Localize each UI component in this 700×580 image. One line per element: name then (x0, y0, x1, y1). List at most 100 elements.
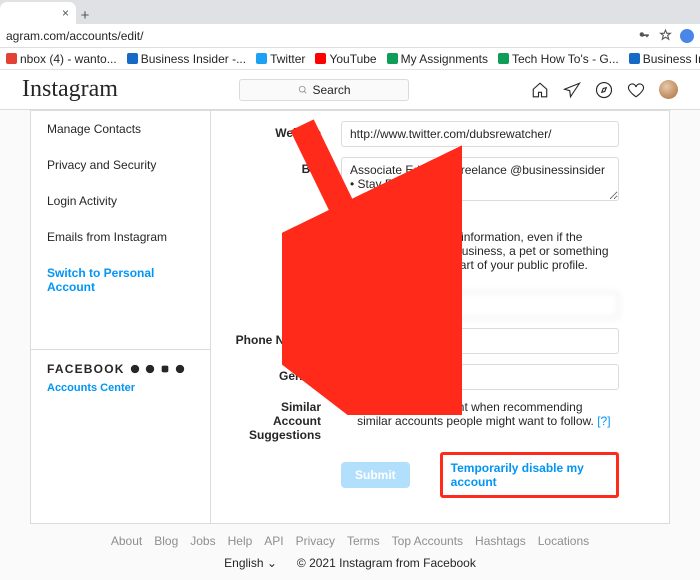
header-icons (531, 80, 678, 99)
footer-link[interactable]: Help (228, 534, 253, 548)
accounts-center-link[interactable]: Accounts Center (47, 382, 194, 394)
messages-icon[interactable] (563, 81, 581, 99)
personal-heading: Personal Information (341, 218, 451, 230)
search-icon (298, 85, 308, 95)
row-phone: Phone Number (231, 328, 619, 354)
website-input[interactable] (341, 121, 619, 147)
new-tab-button[interactable]: + (76, 7, 94, 24)
label-website: Website (231, 121, 341, 147)
email-input[interactable] (341, 292, 619, 318)
label-bio: Bio (231, 157, 341, 204)
row-email: Email (231, 292, 619, 318)
footer-link[interactable]: Hashtags (475, 534, 526, 548)
bookmark-label: My Assignments (401, 52, 488, 66)
sidebar-item[interactable]: Manage Contacts (31, 111, 210, 147)
sidebar-lower: FACEBOOK Accounts Center (31, 349, 210, 406)
footer-link[interactable]: Top Accounts (392, 534, 463, 548)
home-icon[interactable] (531, 81, 549, 99)
bookmark-item[interactable]: Tech How To's - G... (498, 52, 619, 66)
bookmarks-bar: nbox (4) - wanto... Business Insider -...… (0, 48, 700, 70)
key-icon (638, 29, 651, 42)
star-icon[interactable] (659, 29, 672, 42)
avatar[interactable] (659, 80, 678, 99)
footer-link[interactable]: Jobs (190, 534, 215, 548)
bookmark-favicon (498, 53, 509, 64)
facebook-text: FACEBOOK (47, 362, 125, 376)
similar-help-link[interactable]: [?] (597, 414, 610, 428)
footer-links: About Blog Jobs Help API Privacy Terms Top Acco… (0, 534, 700, 548)
label-email: Email (231, 292, 341, 318)
bio-input[interactable]: Associate Editor of Freelance @businessi… (341, 157, 619, 201)
bookmark-favicon (6, 53, 17, 64)
footer-copy: © 2021 Instagram from Facebook (297, 556, 476, 570)
chevron-down-icon: ⌄ (267, 556, 277, 570)
sidebar-item[interactable]: Privacy and Security (31, 147, 210, 183)
sidebar-item[interactable]: Switch to Personal Account (31, 255, 210, 305)
bookmark-label: Tech How To's - G... (512, 52, 619, 66)
bookmark-favicon (315, 53, 326, 64)
label-phone: Phone Number (231, 328, 341, 354)
settings-sidebar: Manage ContactsPrivacy and SecurityLogin… (31, 111, 211, 523)
bookmark-favicon (256, 53, 267, 64)
row-website: Website (231, 121, 619, 147)
footer-link[interactable]: Locations (538, 534, 589, 548)
label-similar: Similar Account Suggestions (231, 400, 341, 442)
instagram-logo[interactable]: Instagram (22, 76, 118, 103)
footer-link[interactable]: API (264, 534, 283, 548)
footer-link[interactable]: Privacy (296, 534, 335, 548)
search-input[interactable]: Search (239, 79, 409, 101)
bookmark-item[interactable]: YouTube (315, 52, 376, 66)
sidebar-item[interactable]: Emails from Instagram (31, 219, 210, 255)
facebook-label: FACEBOOK (47, 362, 194, 376)
footer-lang[interactable]: English ⌄ (224, 556, 277, 570)
search-placeholder: Search (312, 83, 350, 97)
row-personal-info: Personal Information Provide your person… (231, 214, 619, 282)
footer-lang-text: English (224, 556, 263, 570)
row-bio: Bio Associate Editor of Freelance @busin… (231, 157, 619, 204)
bookmark-label: Business Insider (643, 52, 700, 66)
form-actions: Submit Temporarily disable my account (341, 452, 619, 498)
footer-link[interactable]: Blog (154, 534, 178, 548)
page-body: Manage ContactsPrivacy and SecurityLogin… (0, 110, 700, 524)
close-tab-icon[interactable]: × (62, 6, 69, 20)
whatsapp-icon (175, 364, 185, 374)
bookmark-item[interactable]: Twitter (256, 52, 305, 66)
bookmark-label: Twitter (270, 52, 305, 66)
footer: About Blog Jobs Help API Privacy Terms Top Acco… (0, 524, 700, 580)
checkbox-icon[interactable]: ✓ (341, 400, 351, 442)
settings-card: Manage ContactsPrivacy and SecurityLogin… (30, 110, 670, 524)
footer-link[interactable]: Terms (347, 534, 380, 548)
sidebar-item[interactable]: Login Activity (31, 183, 210, 219)
bookmark-label: Business Insider -... (141, 52, 246, 66)
browser-urlbar[interactable]: agram.com/accounts/edit/ (0, 24, 700, 48)
similar-text: Include your account when recommending s… (357, 400, 594, 428)
row-similar: Similar Account Suggestions ✓ Include yo… (231, 400, 619, 442)
personal-hint: Provide your personal information, even … (341, 230, 609, 272)
submit-button[interactable]: Submit (341, 462, 410, 488)
gender-input[interactable] (341, 364, 619, 390)
url-text: agram.com/accounts/edit/ (6, 29, 143, 43)
footer-link[interactable]: About (111, 534, 142, 548)
bookmark-item[interactable]: Business Insider -... (127, 52, 246, 66)
explore-icon[interactable] (595, 81, 613, 99)
bookmark-favicon (629, 53, 640, 64)
disable-account-link[interactable]: Temporarily disable my account (440, 452, 619, 498)
label-gender: Gender (231, 364, 341, 390)
phone-input[interactable] (341, 328, 619, 354)
messenger-icon (145, 364, 155, 374)
profile-icon[interactable] (680, 29, 694, 43)
browser-tab[interactable]: × (0, 2, 76, 24)
bookmark-favicon (127, 53, 138, 64)
sidebar-list: Manage ContactsPrivacy and SecurityLogin… (31, 111, 210, 305)
row-gender: Gender (231, 364, 619, 390)
ig-header: Instagram Search (0, 70, 700, 110)
bookmark-item[interactable]: nbox (4) - wanto... (6, 52, 117, 66)
facebook-icon (130, 364, 140, 374)
bookmark-label: YouTube (329, 52, 376, 66)
bookmark-label: nbox (4) - wanto... (20, 52, 117, 66)
browser-tabstrip: × + (0, 0, 700, 24)
bookmark-favicon (387, 53, 398, 64)
activity-icon[interactable] (627, 81, 645, 99)
bookmark-item[interactable]: Business Insider (629, 52, 700, 66)
bookmark-item[interactable]: My Assignments (387, 52, 488, 66)
